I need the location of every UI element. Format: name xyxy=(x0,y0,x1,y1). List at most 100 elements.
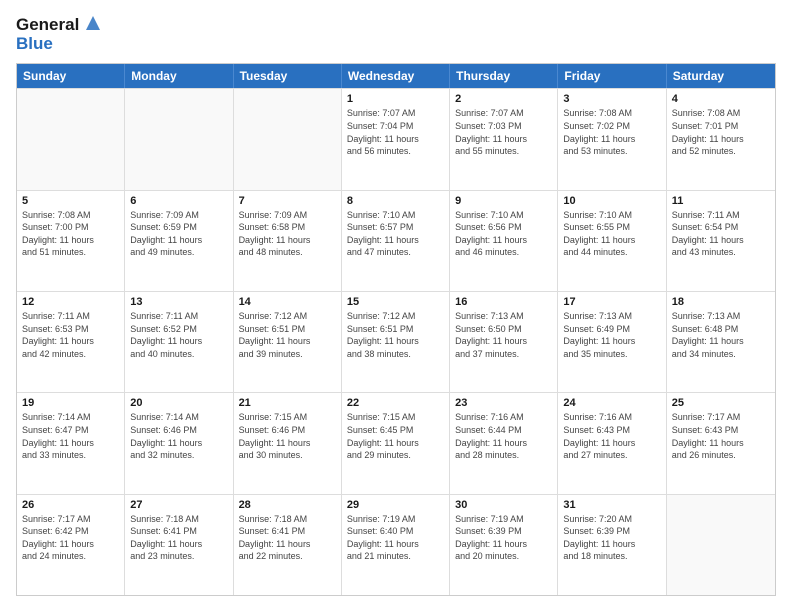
day-number: 3 xyxy=(563,93,660,105)
day-cell-23: 23 Sunrise: 7:16 AM Sunset: 6:44 PM Dayli… xyxy=(450,393,558,493)
cell-info: Sunrise: 7:17 AM Sunset: 6:42 PM Dayligh… xyxy=(22,513,119,563)
day-number: 11 xyxy=(672,195,770,207)
day-number: 7 xyxy=(239,195,336,207)
day-cell-1: 1 Sunrise: 7:07 AM Sunset: 7:04 PM Daylig… xyxy=(342,89,450,189)
day-cell-19: 19Sunrise: 7:14 AM Sunset: 6:47 PM Dayli… xyxy=(17,393,125,493)
day-cell-15: 15 Sunrise: 7:12 AM Sunset: 6:51 PM Dayli… xyxy=(342,292,450,392)
cell-info: Sunrise: 7:15 AM Sunset: 6:46 PM Dayligh… xyxy=(239,411,336,461)
cell-info: Sunrise: 7:09 AM Sunset: 6:58 PM Dayligh… xyxy=(239,209,336,259)
day-cell-7: 7 Sunrise: 7:09 AM Sunset: 6:58 PM Daylig… xyxy=(234,191,342,291)
empty-cell-0-2 xyxy=(234,89,342,189)
cell-info: Sunrise: 7:10 AM Sunset: 6:57 PM Dayligh… xyxy=(347,209,444,259)
cell-info: Sunrise: 7:14 AM Sunset: 6:46 PM Dayligh… xyxy=(130,411,227,461)
col-header-saturday: Saturday xyxy=(667,64,775,88)
cell-info: Sunrise: 7:14 AM Sunset: 6:47 PM Dayligh… xyxy=(22,411,119,461)
cell-info: Sunrise: 7:17 AM Sunset: 6:43 PM Dayligh… xyxy=(672,411,770,461)
cell-info: Sunrise: 7:16 AM Sunset: 6:44 PM Dayligh… xyxy=(455,411,552,461)
day-cell-17: 17Sunrise: 7:13 AM Sunset: 6:49 PM Dayli… xyxy=(558,292,666,392)
col-header-wednesday: Wednesday xyxy=(342,64,450,88)
day-cell-21: 21 Sunrise: 7:15 AM Sunset: 6:46 PM Dayli… xyxy=(234,393,342,493)
day-cell-13: 13 Sunrise: 7:11 AM Sunset: 6:52 PM Dayli… xyxy=(125,292,233,392)
day-number: 14 xyxy=(239,296,336,308)
day-number: 25 xyxy=(672,397,770,409)
week-row-5: 26 Sunrise: 7:17 AM Sunset: 6:42 PM Dayli… xyxy=(17,494,775,595)
col-header-monday: Monday xyxy=(125,64,233,88)
cell-info: Sunrise: 7:18 AM Sunset: 6:41 PM Dayligh… xyxy=(130,513,227,563)
day-number: 30 xyxy=(455,499,552,511)
cell-info: Sunrise: 7:07 AM Sunset: 7:04 PM Dayligh… xyxy=(347,107,444,157)
day-number: 1 xyxy=(347,93,444,105)
day-number: 2 xyxy=(455,93,552,105)
day-number: 8 xyxy=(347,195,444,207)
col-header-tuesday: Tuesday xyxy=(234,64,342,88)
cell-info: Sunrise: 7:15 AM Sunset: 6:45 PM Dayligh… xyxy=(347,411,444,461)
day-cell-3: 3 Sunrise: 7:08 AM Sunset: 7:02 PM Daylig… xyxy=(558,89,666,189)
cell-info: Sunrise: 7:20 AM Sunset: 6:39 PM Dayligh… xyxy=(563,513,660,563)
col-header-sunday: Sunday xyxy=(17,64,125,88)
day-cell-28: 28Sunrise: 7:18 AM Sunset: 6:41 PM Dayli… xyxy=(234,495,342,595)
cell-info: Sunrise: 7:13 AM Sunset: 6:48 PM Dayligh… xyxy=(672,310,770,360)
day-cell-24: 24 Sunrise: 7:16 AM Sunset: 6:43 PM Dayli… xyxy=(558,393,666,493)
logo-blue: Blue xyxy=(16,35,104,54)
cell-info: Sunrise: 7:13 AM Sunset: 6:50 PM Dayligh… xyxy=(455,310,552,360)
calendar: SundayMondayTuesdayWednesdayThursdayFrid… xyxy=(16,63,776,596)
day-number: 20 xyxy=(130,397,227,409)
cell-info: Sunrise: 7:10 AM Sunset: 6:55 PM Dayligh… xyxy=(563,209,660,259)
calendar-body: 1 Sunrise: 7:07 AM Sunset: 7:04 PM Daylig… xyxy=(17,88,775,595)
cell-info: Sunrise: 7:10 AM Sunset: 6:56 PM Dayligh… xyxy=(455,209,552,259)
header: General Blue xyxy=(16,16,776,53)
cell-info: Sunrise: 7:11 AM Sunset: 6:53 PM Dayligh… xyxy=(22,310,119,360)
day-cell-10: 10 Sunrise: 7:10 AM Sunset: 6:55 PM Dayli… xyxy=(558,191,666,291)
day-cell-14: 14 Sunrise: 7:12 AM Sunset: 6:51 PM Dayli… xyxy=(234,292,342,392)
day-cell-31: 31Sunrise: 7:20 AM Sunset: 6:39 PM Dayli… xyxy=(558,495,666,595)
cell-info: Sunrise: 7:19 AM Sunset: 6:39 PM Dayligh… xyxy=(455,513,552,563)
empty-cell-0-0 xyxy=(17,89,125,189)
day-cell-12: 12 Sunrise: 7:11 AM Sunset: 6:53 PM Dayli… xyxy=(17,292,125,392)
day-number: 22 xyxy=(347,397,444,409)
col-header-friday: Friday xyxy=(558,64,666,88)
cell-info: Sunrise: 7:11 AM Sunset: 6:54 PM Dayligh… xyxy=(672,209,770,259)
page: General Blue SundayMondayTuesdayWednesda… xyxy=(0,0,792,612)
cell-info: Sunrise: 7:12 AM Sunset: 6:51 PM Dayligh… xyxy=(347,310,444,360)
logo-icon xyxy=(82,12,104,34)
cell-info: Sunrise: 7:07 AM Sunset: 7:03 PM Dayligh… xyxy=(455,107,552,157)
cell-info: Sunrise: 7:08 AM Sunset: 7:02 PM Dayligh… xyxy=(563,107,660,157)
day-number: 23 xyxy=(455,397,552,409)
day-cell-26: 26 Sunrise: 7:17 AM Sunset: 6:42 PM Dayli… xyxy=(17,495,125,595)
day-number: 4 xyxy=(672,93,770,105)
day-cell-2: 2 Sunrise: 7:07 AM Sunset: 7:03 PM Daylig… xyxy=(450,89,558,189)
empty-cell-4-6 xyxy=(667,495,775,595)
day-cell-22: 22 Sunrise: 7:15 AM Sunset: 6:45 PM Dayli… xyxy=(342,393,450,493)
day-cell-25: 25 Sunrise: 7:17 AM Sunset: 6:43 PM Dayli… xyxy=(667,393,775,493)
cell-info: Sunrise: 7:09 AM Sunset: 6:59 PM Dayligh… xyxy=(130,209,227,259)
day-number: 12 xyxy=(22,296,119,308)
day-number: 15 xyxy=(347,296,444,308)
cell-info: Sunrise: 7:19 AM Sunset: 6:40 PM Dayligh… xyxy=(347,513,444,563)
day-number: 13 xyxy=(130,296,227,308)
cell-info: Sunrise: 7:08 AM Sunset: 7:00 PM Dayligh… xyxy=(22,209,119,259)
day-cell-4: 4 Sunrise: 7:08 AM Sunset: 7:01 PM Daylig… xyxy=(667,89,775,189)
week-row-1: 1 Sunrise: 7:07 AM Sunset: 7:04 PM Daylig… xyxy=(17,88,775,189)
day-number: 18 xyxy=(672,296,770,308)
cell-info: Sunrise: 7:08 AM Sunset: 7:01 PM Dayligh… xyxy=(672,107,770,157)
day-cell-29: 29 Sunrise: 7:19 AM Sunset: 6:40 PM Dayli… xyxy=(342,495,450,595)
day-number: 26 xyxy=(22,499,119,511)
cell-info: Sunrise: 7:16 AM Sunset: 6:43 PM Dayligh… xyxy=(563,411,660,461)
day-cell-8: 8 Sunrise: 7:10 AM Sunset: 6:57 PM Daylig… xyxy=(342,191,450,291)
day-number: 10 xyxy=(563,195,660,207)
day-number: 16 xyxy=(455,296,552,308)
day-number: 27 xyxy=(130,499,227,511)
day-cell-11: 11 Sunrise: 7:11 AM Sunset: 6:54 PM Dayli… xyxy=(667,191,775,291)
day-cell-27: 27 Sunrise: 7:18 AM Sunset: 6:41 PM Dayli… xyxy=(125,495,233,595)
day-number: 9 xyxy=(455,195,552,207)
cell-info: Sunrise: 7:18 AM Sunset: 6:41 PM Dayligh… xyxy=(239,513,336,563)
week-row-4: 19Sunrise: 7:14 AM Sunset: 6:47 PM Dayli… xyxy=(17,392,775,493)
day-cell-5: 5Sunrise: 7:08 AM Sunset: 7:00 PM Daylig… xyxy=(17,191,125,291)
day-number: 29 xyxy=(347,499,444,511)
cell-info: Sunrise: 7:11 AM Sunset: 6:52 PM Dayligh… xyxy=(130,310,227,360)
cell-info: Sunrise: 7:12 AM Sunset: 6:51 PM Dayligh… xyxy=(239,310,336,360)
day-cell-20: 20 Sunrise: 7:14 AM Sunset: 6:46 PM Dayli… xyxy=(125,393,233,493)
day-number: 21 xyxy=(239,397,336,409)
logo-text: General xyxy=(16,16,79,35)
day-number: 24 xyxy=(563,397,660,409)
